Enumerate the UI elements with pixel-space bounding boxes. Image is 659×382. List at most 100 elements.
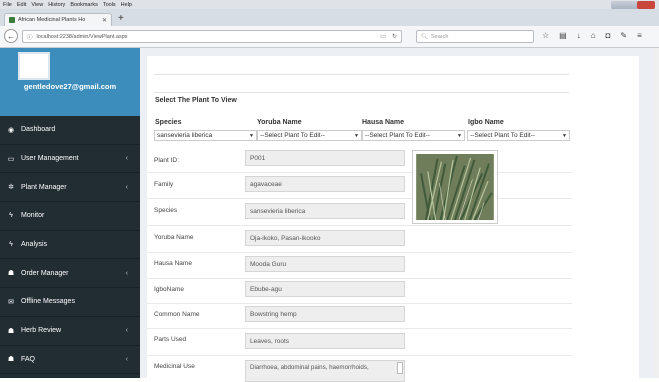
menu-view[interactable]: View (31, 2, 43, 8)
sidebar-item-dashboard[interactable]: ◉ Dashboard (0, 116, 140, 145)
field-input[interactable]: Ebube-agu (245, 281, 405, 297)
chevron-down-icon: ▼ (457, 132, 462, 139)
browser-tab[interactable]: African Medicinal Plants Ho ✕ (4, 13, 112, 26)
sidebar-item-label: FAQ (21, 355, 36, 363)
menu-edit[interactable]: Edit (17, 2, 26, 8)
group-icon: ☗ (7, 327, 15, 335)
sidebar-item-order-manager[interactable]: ☗ Order Manager ‹ (0, 259, 140, 289)
divider (147, 225, 572, 226)
search-placeholder: Search (430, 33, 449, 40)
search-icon: 🔍︎ (421, 33, 428, 40)
sidebar-item-analysis[interactable]: ϟ Analysis (0, 231, 140, 260)
sidebar-item-plant-manager[interactable]: ✲ Plant Manager ‹ (0, 173, 140, 203)
user-profile-panel: gentledove27@gmail.com (0, 48, 140, 116)
field-input[interactable]: Leaves, roots (245, 333, 405, 349)
divider (147, 172, 572, 173)
user-email: gentledove27@gmail.com (23, 82, 117, 91)
sidebar-item-label: User Management (21, 155, 79, 163)
home-icon[interactable]: ⌂ (591, 31, 596, 40)
monitor-icon: ▭ (7, 155, 15, 163)
menu-history[interactable]: History (48, 2, 65, 8)
divider (147, 278, 572, 279)
sidebar-item-label: Herb Review (21, 327, 62, 335)
tab-close-icon[interactable]: ✕ (102, 17, 107, 24)
browser-menubar: File Edit View History Bookmarks Tools H… (0, 0, 659, 9)
divider (147, 198, 572, 199)
field-input[interactable]: Oja-ikoko, Pasan-ikooko (245, 230, 405, 246)
hamburger-menu-icon[interactable]: ≡ (637, 31, 642, 40)
sidebar-item-offline-messages[interactable]: ✉ Offline Messages (0, 288, 140, 317)
field-label: Species (154, 207, 178, 214)
hausa-select[interactable]: --Select Plant To Edit-- ▼ (362, 130, 465, 141)
divider (147, 328, 572, 329)
reload-icon[interactable]: ↻ (392, 33, 397, 40)
chevron-down-icon: ▼ (249, 132, 254, 139)
window-close-button[interactable] (637, 1, 655, 9)
url-text: localhost:2238/admin/ViewPlant.aspx (36, 33, 128, 40)
medicinal-use-value: Diarrhoea, abdominal pains, haemorrhoids… (250, 364, 369, 371)
info-icon: ⓘ (27, 34, 33, 41)
field-input[interactable]: Bowstring hemp (245, 306, 405, 322)
envelope-icon: ✉ (8, 298, 14, 306)
search-input[interactable]: 🔍︎ Search (416, 30, 534, 43)
chevron-left-icon: ‹ (125, 183, 128, 191)
field-input[interactable]: sansevieria liberica (245, 203, 405, 219)
pocket-icon[interactable]: ◘ (606, 31, 611, 40)
sidebar-item-monitor[interactable]: ϟ Monitor (0, 202, 140, 231)
dashboard-icon: ◉ (7, 126, 15, 134)
sidebar-item-label: Plant Manager (21, 183, 67, 191)
menu-help[interactable]: Help (121, 2, 132, 8)
field-label: IgboName (154, 286, 184, 293)
group-icon: ☗ (7, 270, 15, 278)
hausa-header: Hausa Name (362, 119, 405, 126)
menu-file[interactable]: File (3, 2, 12, 8)
igbo-select[interactable]: --Select Plant To Edit-- ▼ (467, 130, 570, 141)
menu-bookmarks[interactable]: Bookmarks (70, 2, 98, 8)
sidebar-item-label: Monitor (21, 212, 45, 220)
sidebar-item-herb-review[interactable]: ☗ Herb Review ‹ (0, 317, 140, 346)
download-icon[interactable]: ↓ (577, 31, 581, 40)
sidebar-item-faq[interactable]: ☗ FAQ ‹ (0, 346, 140, 375)
page-scrollbar[interactable] (654, 48, 659, 378)
igbo-header: Igbo Name (468, 119, 504, 126)
sidebar: gentledove27@gmail.com ◉ Dashboard ▭ User M… (0, 48, 140, 378)
field-input[interactable]: Mooda Guru (245, 256, 405, 272)
menu-tools[interactable]: Tools (103, 2, 116, 8)
favicon-icon (9, 17, 15, 23)
field-value: Mooda Guru (250, 260, 287, 268)
yoruba-header: Yoruba Name (257, 119, 302, 126)
select-plant-title: Select The Plant To View (155, 97, 237, 104)
back-button[interactable]: ← (4, 29, 18, 43)
hausa-select-value: --Select Plant To Edit-- (365, 132, 430, 139)
yoruba-select[interactable]: --Select Plant To Edit-- ▼ (257, 130, 362, 141)
bookmark-star-icon[interactable]: ☆ (542, 31, 549, 40)
species-select[interactable]: sansevieria liberica ▼ (154, 130, 257, 141)
field-value: agavaceae (250, 180, 282, 188)
field-input[interactable]: P001 (245, 150, 405, 166)
field-input[interactable]: agavaceae (245, 176, 405, 192)
clipboard-icon[interactable]: ▤ (559, 31, 567, 40)
field-label: Hausa Name (154, 260, 192, 267)
field-label: Parts Used (154, 336, 187, 343)
igbo-select-value: --Select Plant To Edit-- (470, 132, 535, 139)
url-bar[interactable]: ⓘ localhost:2238/admin/ViewPlant.aspx ▭ … (22, 30, 402, 43)
field-label: Yoruba Name (154, 234, 194, 241)
field-value: Leaves, roots (250, 337, 290, 345)
sidebar-item-label: Analysis (21, 241, 48, 249)
reader-icon[interactable]: ▭ (380, 33, 386, 40)
yoruba-select-value: --Select Plant To Edit-- (260, 132, 325, 139)
sidebar-item-user-management[interactable]: ▭ User Management ‹ (0, 145, 140, 174)
arrow-left-icon: ← (7, 31, 15, 41)
species-header: Species (155, 119, 182, 126)
chevron-left-icon: ‹ (125, 355, 128, 363)
extension-icon[interactable]: ✎ (620, 31, 627, 40)
new-tab-button[interactable]: + (118, 14, 124, 24)
textarea-scrollbar[interactable] (397, 362, 403, 374)
plant-image (412, 150, 498, 224)
medicinal-use-textarea[interactable]: Diarrhoea, abdominal pains, haemorrhoids… (245, 360, 405, 382)
chevron-down-icon: ▼ (562, 132, 567, 139)
bolt-icon: ϟ (9, 212, 13, 220)
divider (154, 92, 569, 93)
sidebar-menu: ◉ Dashboard ▭ User Management ‹ ✲ Plant Manage… (0, 116, 140, 375)
divider (147, 303, 572, 304)
